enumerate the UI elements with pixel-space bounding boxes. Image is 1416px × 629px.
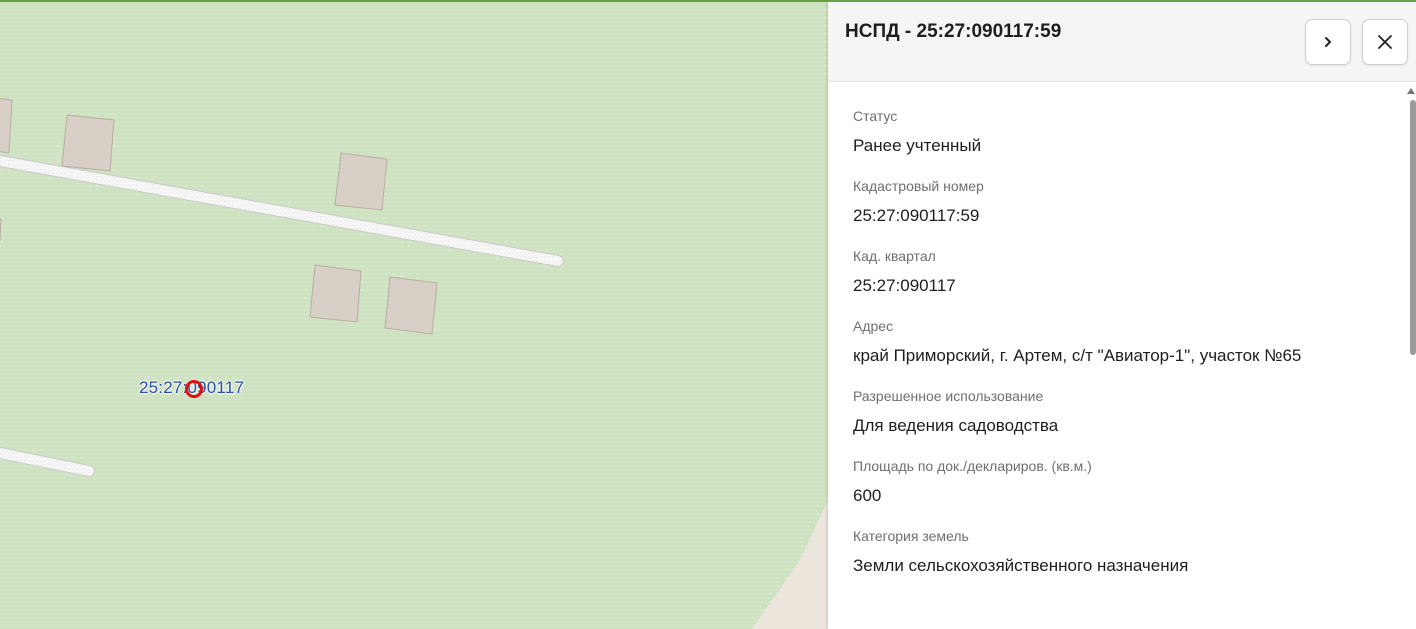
field-label: Статус bbox=[853, 108, 898, 124]
field-value: 600 bbox=[853, 486, 882, 505]
scroll-up-arrow-icon[interactable] bbox=[1407, 88, 1415, 94]
info-panel: НСПД - 25:27:090117:59 Статус Ранее учте… bbox=[828, 2, 1416, 629]
field-cadastral-quarter: Кад. квартал 25:27:090117 bbox=[853, 248, 1416, 296]
field-label: Категория земель bbox=[853, 528, 969, 544]
field-value: Земли сельскохозяйственного назначения bbox=[853, 556, 1189, 575]
panel-header: НСПД - 25:27:090117:59 bbox=[828, 2, 1416, 82]
map-canvas[interactable]: 25:27:090117 bbox=[0, 0, 828, 629]
field-value: 25:27:090117:59 bbox=[853, 206, 980, 225]
building bbox=[61, 114, 115, 172]
chevron-right-icon bbox=[1325, 37, 1331, 47]
field-label: Площадь по док./деклариров. (кв.м.) bbox=[853, 458, 1092, 474]
app-root: 25:27:090117 НСПД - 25:27:090117:59 Стат… bbox=[0, 0, 1416, 629]
building bbox=[384, 276, 438, 335]
close-icon bbox=[1378, 35, 1392, 49]
field-label: Кадастровый номер bbox=[853, 178, 984, 194]
building bbox=[334, 152, 388, 211]
field-address: Адрес край Приморский, г. Артем, с/т "Ав… bbox=[853, 318, 1416, 366]
field-label: Адрес bbox=[853, 318, 894, 334]
field-value: край Приморский, г. Артем, с/т "Авиатор-… bbox=[853, 346, 1302, 365]
panel-body: Статус Ранее учтенный Кадастровый номер … bbox=[828, 82, 1416, 576]
panel-title: НСПД - 25:27:090117:59 bbox=[845, 21, 1062, 42]
field-area: Площадь по док./деклариров. (кв.м.) 600 bbox=[853, 458, 1416, 506]
field-value: Ранее учтенный bbox=[853, 136, 982, 155]
field-cadastral-number: Кадастровый номер 25:27:090117:59 bbox=[853, 178, 1416, 226]
field-label: Разрешенное использование bbox=[853, 388, 1044, 404]
field-permitted-use: Разрешенное использование Для ведения са… bbox=[853, 388, 1416, 436]
field-value: 25:27:090117 bbox=[853, 276, 956, 295]
map-graphics bbox=[0, 0, 828, 629]
field-status: Статус Ранее учтенный bbox=[853, 108, 1416, 156]
location-circle-icon[interactable] bbox=[185, 380, 203, 398]
scrollbar-thumb[interactable] bbox=[1410, 100, 1416, 355]
building bbox=[309, 264, 362, 323]
field-land-category: Категория земель Земли сельскохозяйствен… bbox=[853, 528, 1416, 576]
close-button[interactable] bbox=[1362, 19, 1408, 65]
top-accent-line bbox=[0, 0, 1416, 2]
field-value: Для ведения садоводства bbox=[853, 416, 1059, 435]
field-label: Кад. квартал bbox=[853, 248, 936, 264]
next-button[interactable] bbox=[1305, 19, 1351, 65]
